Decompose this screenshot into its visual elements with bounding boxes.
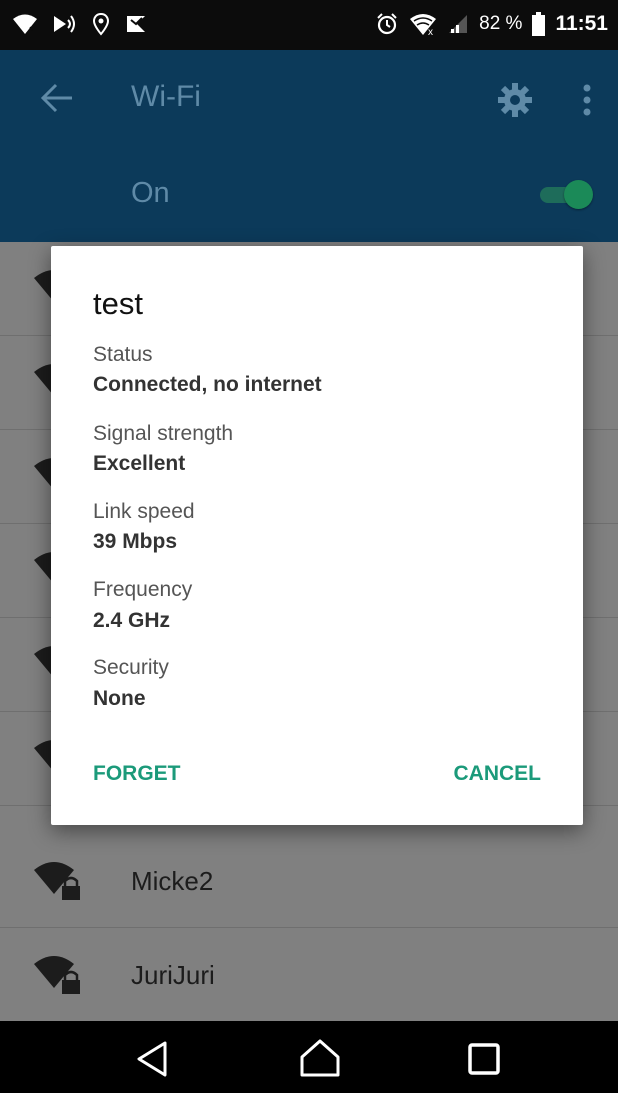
alarm-icon <box>377 13 397 35</box>
notification-icon <box>127 16 145 32</box>
security-value: None <box>93 687 146 710</box>
wifi-question-icon: ? <box>13 14 37 35</box>
list-item[interactable]: JuriJuri <box>0 928 618 1021</box>
svg-text:?: ? <box>29 25 34 35</box>
network-name: JuriJuri <box>131 960 215 990</box>
status-bar: ? x 82 % 11:51 <box>0 0 618 50</box>
frequency-value: 2.4 GHz <box>93 609 171 632</box>
frequency-label: Frequency <box>93 578 193 601</box>
more-vert-icon[interactable] <box>578 80 596 120</box>
wifi-lock-icon <box>34 862 80 900</box>
wifi-toggle-row[interactable]: On <box>0 146 618 242</box>
recents-icon[interactable] <box>462 1037 506 1081</box>
home-icon[interactable] <box>298 1037 342 1081</box>
battery-percent: 82 % <box>479 13 523 34</box>
security-label: Security <box>93 656 169 679</box>
back-arrow-icon[interactable] <box>38 80 76 116</box>
page-title: Wi-Fi <box>131 80 201 113</box>
location-icon <box>92 12 110 36</box>
wifi-switch[interactable] <box>536 180 594 209</box>
network-details-dialog: test Status Connected, no internet Signa… <box>51 246 583 825</box>
navigation-bar <box>0 1021 618 1093</box>
back-triangle-icon[interactable] <box>131 1037 175 1081</box>
svg-text:x: x <box>428 27 433 36</box>
forget-button[interactable]: FORGET <box>93 762 181 786</box>
network-name: Micke2 <box>131 866 214 896</box>
list-item[interactable]: Micke2 <box>0 834 618 928</box>
signal-strength-label: Signal strength <box>93 422 234 445</box>
status-label: Status <box>93 343 153 366</box>
toggle-label: On <box>131 177 170 209</box>
cancel-button[interactable]: CANCEL <box>454 762 542 786</box>
status-value: Connected, no internet <box>93 373 322 396</box>
clock: 11:51 <box>555 12 608 35</box>
cellular-signal-icon <box>449 15 468 33</box>
wifi-x-icon: x <box>410 14 437 36</box>
link-speed-value: 39 Mbps <box>93 530 178 553</box>
battery-icon <box>532 12 546 36</box>
gear-icon[interactable] <box>497 82 533 118</box>
link-speed-label: Link speed <box>93 500 195 523</box>
wifi-lock-icon <box>34 956 80 994</box>
switch-thumb <box>564 180 593 209</box>
nfc-icon <box>54 15 75 33</box>
dialog-title: test <box>93 286 143 321</box>
app-bar: Wi-Fi <box>0 50 618 146</box>
signal-strength-value: Excellent <box>93 452 186 475</box>
